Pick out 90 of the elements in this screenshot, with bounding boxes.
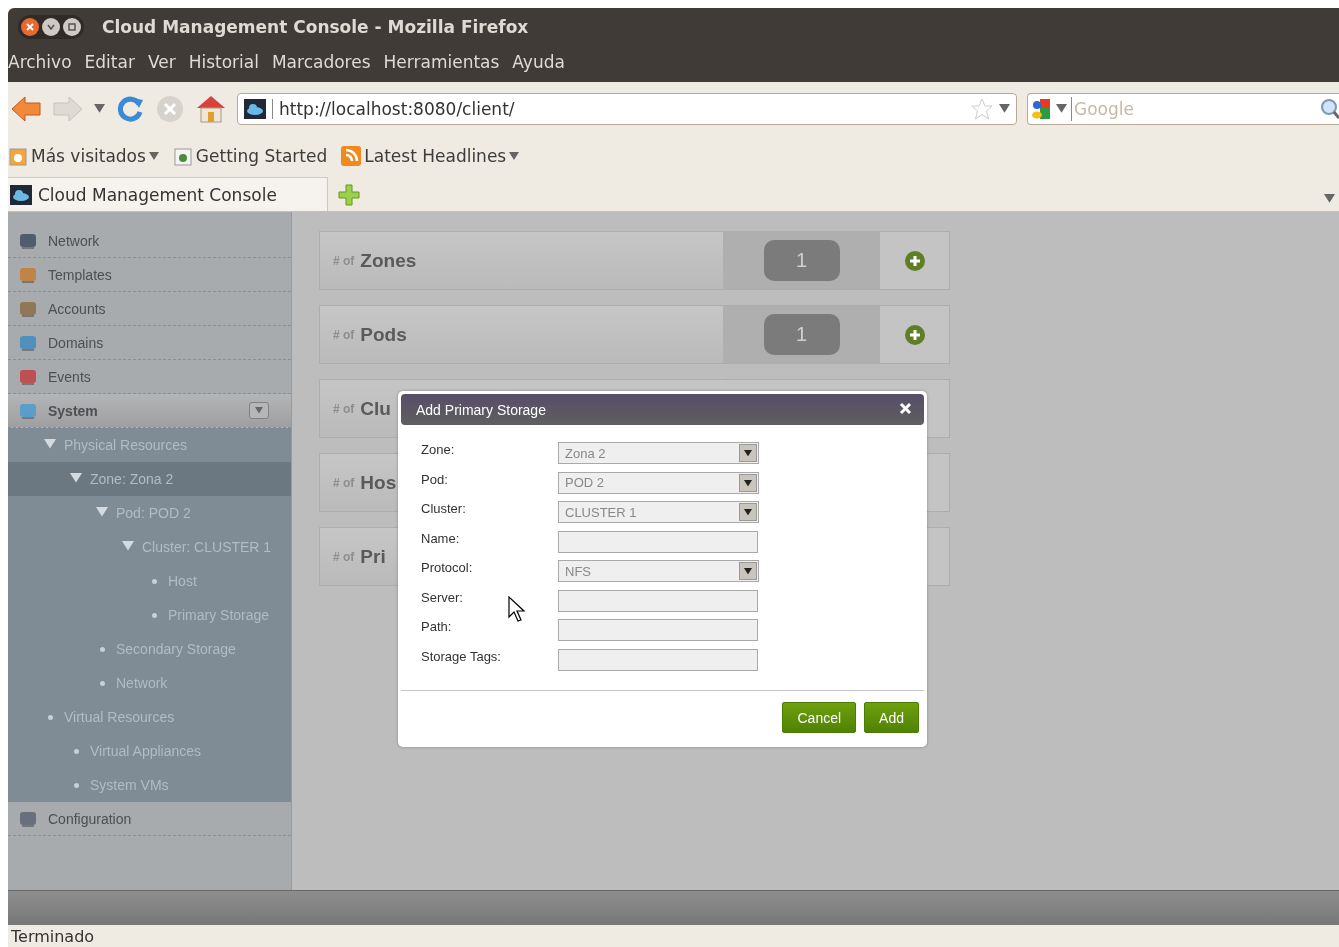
sidebar-item[interactable]: Configuration [8, 802, 291, 836]
bullet-icon [152, 612, 157, 618]
input-field[interactable] [558, 530, 758, 553]
caret-icon [744, 450, 752, 457]
menu-item[interactable]: Archivo [8, 51, 72, 72]
dropdown-icon[interactable] [94, 104, 105, 113]
field-label: Path: [421, 619, 453, 634]
search-bar[interactable]: Google [1027, 92, 1339, 125]
dialog-title: Add Primary Storage [416, 401, 547, 418]
plus-icon[interactable] [338, 184, 360, 206]
caret-icon [744, 479, 752, 486]
bullet-icon [100, 646, 105, 652]
dropdown-icon[interactable] [999, 104, 1010, 113]
collapse-toggle[interactable] [249, 402, 269, 419]
add-icon[interactable] [903, 249, 926, 272]
input-field[interactable] [558, 589, 758, 612]
mouse-pointer-icon [508, 596, 526, 622]
menu-item[interactable]: Historial [188, 51, 259, 72]
stat-title: Pri [360, 545, 386, 568]
minimize-button[interactable] [42, 17, 60, 36]
bookmark[interactable]: Getting Started [172, 146, 328, 166]
dropdown-field[interactable]: NFS [558, 560, 759, 583]
stat-title: Zones [360, 249, 417, 272]
bullet-icon [74, 782, 79, 788]
caret-icon[interactable] [96, 507, 108, 517]
tree-item[interactable]: Zone: Zona 2 [8, 462, 291, 496]
back-arrow-icon[interactable] [10, 94, 42, 123]
bullet-icon [74, 748, 79, 754]
add-button[interactable]: Add [864, 702, 919, 733]
bullet-icon [100, 680, 105, 686]
count-badge: 1 [763, 240, 840, 281]
dropdown-icon [148, 152, 159, 160]
sidebar-item[interactable]: Accounts [8, 292, 291, 326]
address-bar[interactable]: http://localhost:8080/client/ [237, 92, 1017, 125]
caret-icon[interactable] [122, 541, 134, 551]
bullet-icon [152, 578, 157, 584]
search-icon[interactable] [1319, 97, 1339, 120]
sidebar-item[interactable]: Domains [8, 326, 291, 360]
sidebar-item[interactable]: Templates [8, 258, 291, 292]
field-label: Protocol: [421, 560, 474, 575]
chevron-down-icon [47, 23, 55, 30]
add-icon[interactable] [903, 323, 926, 346]
rss-icon [341, 146, 362, 166]
bullet-icon [48, 714, 53, 720]
stat-title: Clu [360, 397, 391, 420]
count-badge: 1 [763, 314, 840, 355]
dropdown-icon[interactable] [1056, 104, 1067, 113]
caret-icon[interactable] [44, 439, 56, 449]
field-label: Name: [421, 530, 461, 546]
caret-icon [744, 509, 752, 516]
star-icon[interactable] [971, 97, 993, 120]
menu-item[interactable]: Editar [84, 51, 135, 72]
stat-title: Pods [360, 323, 407, 346]
sidebar-item[interactable]: System [8, 394, 291, 428]
status-text: Terminado [11, 926, 95, 946]
field-label: Zone: [421, 442, 456, 457]
field-label: Storage Tags: [421, 648, 502, 664]
menu-item[interactable]: Marcadores [271, 51, 371, 72]
menu-item[interactable]: Ayuda [512, 51, 565, 72]
bookmark[interactable]: Latest Headlines [341, 146, 520, 166]
tab-list-icon[interactable] [1324, 194, 1335, 203]
home-icon[interactable] [195, 93, 227, 124]
dropdown-field[interactable]: POD 2 [558, 471, 759, 494]
field-label: Pod: [421, 471, 449, 487]
dropdown-field[interactable]: Zona 2 [558, 442, 759, 465]
field-label: Cluster: [421, 501, 467, 516]
browser-tab[interactable]: Cloud Management Console [8, 177, 328, 211]
bookmark[interactable]: Más visitados [8, 146, 159, 166]
cloud-site-icon [244, 98, 266, 119]
page-icon [172, 146, 193, 166]
close-button[interactable] [21, 17, 39, 36]
field-label: Server: [421, 589, 464, 605]
input-field[interactable] [558, 619, 758, 642]
caret-icon [255, 407, 263, 414]
caret-icon [744, 568, 752, 575]
sidebar-item[interactable]: Network [8, 224, 291, 258]
search-engine-icon[interactable] [1032, 97, 1052, 120]
cloud-site-icon [10, 184, 32, 205]
window-title: Cloud Management Console - Mozilla Firefox [102, 16, 529, 37]
input-field[interactable] [558, 648, 758, 671]
menu-item[interactable]: Ver [147, 51, 176, 72]
menu-item[interactable]: Herramientas [383, 51, 500, 72]
stat-title: Hos [360, 471, 397, 494]
cancel-button[interactable]: Cancel [782, 702, 857, 733]
close-icon [26, 22, 34, 31]
caret-icon[interactable] [70, 473, 82, 483]
dropdown-icon [509, 152, 520, 160]
dropdown-field[interactable]: CLUSTER 1 [558, 501, 759, 524]
square-icon [68, 22, 76, 31]
maximize-button[interactable] [63, 17, 81, 36]
